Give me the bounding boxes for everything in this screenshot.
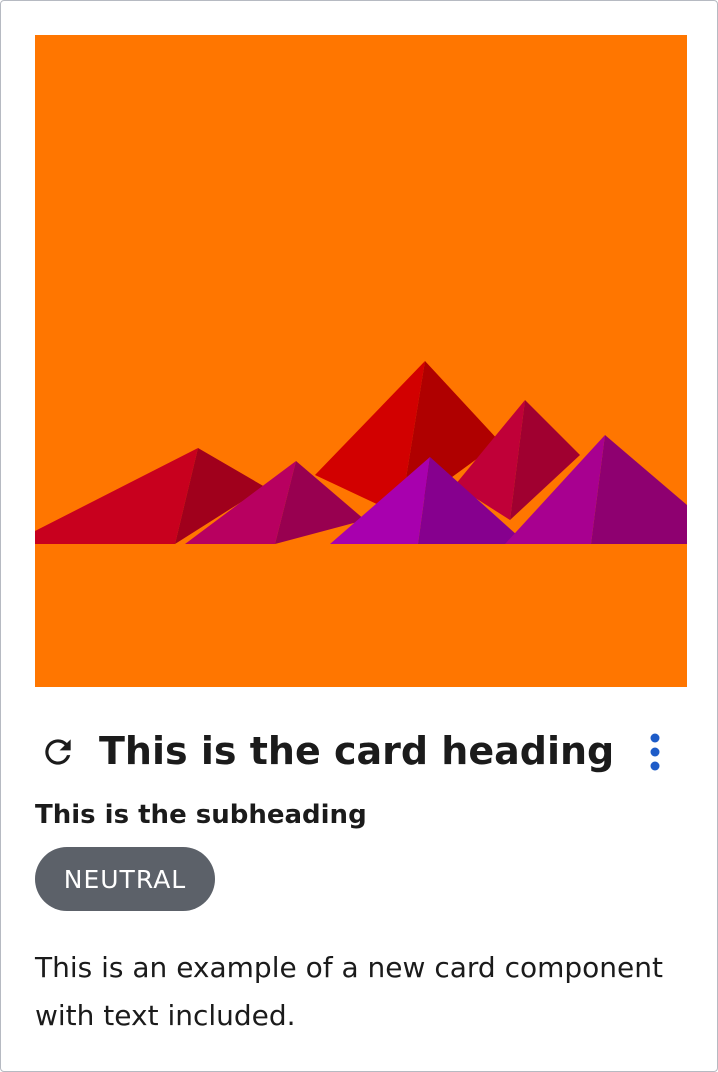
card-heading: This is the card heading xyxy=(99,729,615,773)
card-subheading: This is the subheading xyxy=(35,800,367,830)
more-options-button[interactable] xyxy=(637,729,673,775)
card-image xyxy=(35,35,687,687)
card-body-text: This is an example of a new card compone… xyxy=(35,951,663,1032)
refresh-icon xyxy=(45,739,71,765)
image-background xyxy=(35,35,687,687)
card: This is the card heading This is the sub… xyxy=(0,0,718,1072)
status-badge: NEUTRAL xyxy=(35,847,215,911)
card-header: This is the card heading xyxy=(35,721,687,781)
more-vertical-icon xyxy=(650,733,660,771)
refresh-button[interactable] xyxy=(37,731,79,773)
